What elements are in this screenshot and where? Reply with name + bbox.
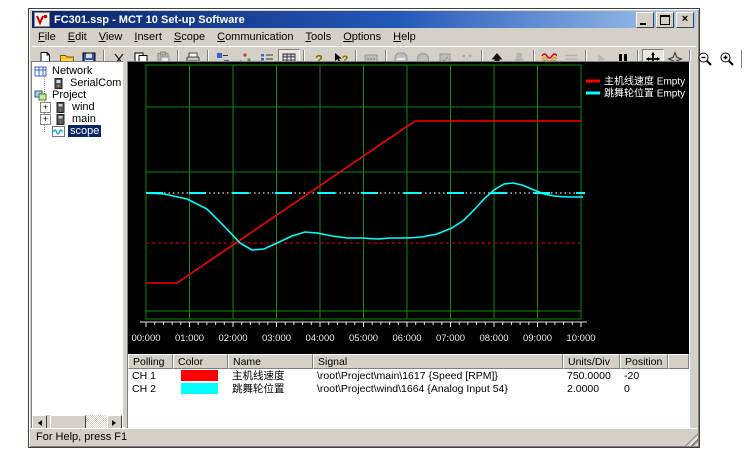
table-row[interactable]: CH 1主机线速度\root\Project\main\1617 {Speed …	[128, 369, 689, 382]
cell-polling: CH 2	[128, 383, 173, 395]
scope-icon	[52, 126, 65, 137]
tree-label[interactable]: wind	[70, 101, 97, 113]
channel-table-body: CH 1主机线速度\root\Project\main\1617 {Speed …	[128, 369, 689, 395]
table-row[interactable]: CH 2 跳舞轮位置\root\Project\wind\1664 {Analog…	[128, 382, 689, 395]
tree-label[interactable]: main	[70, 113, 98, 125]
tree-label[interactable]: SerialCom	[68, 77, 123, 89]
cell-position: -20	[620, 370, 668, 382]
app-window: FC301.ssp - MCT 10 Set-up Software × Fil…	[28, 8, 700, 448]
x-axis-label: 06:000	[392, 333, 421, 344]
client-area: NetworkSerialComProject+wind+mainscope 0…	[31, 61, 695, 427]
scope-pane: 00:000 01:000 02:000 03:000 04:000 05:000 06:0…	[127, 61, 690, 429]
scroll-left-icon	[35, 420, 42, 426]
column-header-signal[interactable]: Signal	[313, 354, 563, 369]
drive-icon	[54, 102, 67, 113]
menu-view[interactable]: View	[93, 30, 129, 44]
maximize-icon	[660, 15, 670, 25]
project-tree-panel: NetworkSerialComProject+wind+mainscope	[31, 61, 125, 429]
toolbar-separator	[741, 50, 743, 68]
close-button[interactable]: ×	[676, 12, 694, 28]
column-header-units-div[interactable]: Units/Div	[563, 354, 620, 369]
scope-chart-panel[interactable]: 00:000 01:000 02:000 03:000 04:000 05:000 06:0…	[128, 62, 689, 354]
x-axis-label: 00:000	[131, 333, 160, 344]
channel-color-swatch	[173, 370, 228, 381]
expand-icon[interactable]: +	[40, 102, 51, 113]
x-axis-label: 10:000	[566, 333, 595, 344]
serial-icon	[52, 78, 65, 89]
status-text: For Help, press F1	[36, 431, 127, 443]
minimize-icon	[640, 23, 646, 25]
x-axis-label: 05:000	[349, 333, 378, 344]
tree-label[interactable]: Network	[50, 65, 94, 77]
column-header-name[interactable]: Name	[228, 354, 313, 369]
project-icon	[34, 90, 47, 101]
x-axis-label: 07:000	[436, 333, 465, 344]
menu-communication[interactable]: Communication	[211, 30, 299, 44]
channel-table: PollingColorNameSignalUnits/DivPosition …	[128, 354, 689, 428]
legend-label: 主机线速度 Empty	[604, 75, 685, 88]
channel-color-swatch	[173, 383, 228, 394]
column-header-polling[interactable]: Polling	[128, 354, 173, 369]
x-axis-label: 04:000	[305, 333, 334, 344]
tree-horizontal-scrollbar[interactable]	[32, 415, 122, 428]
channel-table-header[interactable]: PollingColorNameSignalUnits/DivPosition	[128, 354, 689, 369]
menu-help[interactable]: Help	[387, 30, 422, 44]
tree-item-scope[interactable]: scope	[32, 125, 124, 137]
scroll-right-icon	[112, 420, 119, 426]
network-icon	[34, 66, 47, 77]
menu-tools[interactable]: Tools	[300, 30, 338, 44]
cell-units-div: 2.0000	[563, 383, 620, 395]
tree-label[interactable]: Project	[50, 89, 88, 101]
tree-item-wind[interactable]: + wind	[32, 101, 124, 113]
menu-bar: FileEditViewInsertScopeCommunicationTool…	[32, 29, 696, 45]
scroll-right-button[interactable]	[107, 415, 122, 429]
scroll-left-button[interactable]	[32, 415, 47, 429]
scope-chart: 00:000 01:000 02:000 03:000 04:000 05:000 06:0…	[128, 62, 689, 354]
cell-polling: CH 1	[128, 370, 173, 382]
menu-scope[interactable]: Scope	[168, 30, 211, 44]
tree-item-network[interactable]: Network	[32, 65, 124, 77]
close-icon: ×	[677, 13, 693, 27]
cell-signal: \root\Project\wind\1664 {Analog Input 54…	[313, 383, 563, 395]
zoom-in-icon	[719, 51, 735, 67]
x-axis-label: 09:000	[523, 333, 552, 344]
status-bar: For Help, press F1	[31, 428, 697, 445]
legend-label: 跳舞轮位置 Empty	[604, 87, 685, 100]
title-bar[interactable]: FC301.ssp - MCT 10 Set-up Software ×	[32, 11, 696, 28]
cell-position: 0	[620, 383, 668, 395]
menu-options[interactable]: Options	[337, 30, 387, 44]
menu-insert[interactable]: Insert	[128, 30, 168, 44]
maximize-button[interactable]	[656, 12, 674, 28]
cell-name: 跳舞轮位置	[228, 381, 313, 396]
tree-item-serialcom[interactable]: SerialCom	[32, 77, 124, 89]
expand-icon[interactable]: +	[40, 114, 51, 125]
cell-units-div: 750.0000	[563, 370, 620, 382]
zoom-out-icon	[697, 51, 713, 67]
cell-signal: \root\Project\main\1617 {Speed [RPM]}	[313, 370, 563, 382]
zoom-out-button[interactable]	[694, 49, 716, 69]
minimize-button[interactable]	[636, 12, 654, 28]
x-axis-label: 08:000	[479, 333, 508, 344]
tree-item-project[interactable]: Project	[32, 89, 124, 101]
drive-icon	[54, 114, 67, 125]
tree-label[interactable]: scope	[68, 125, 101, 137]
column-header-color[interactable]: Color	[173, 354, 228, 369]
x-axis-label: 01:000	[175, 333, 204, 344]
column-header-position[interactable]: Position	[620, 354, 668, 369]
pointer-button[interactable]	[746, 49, 751, 69]
column-header-spacer[interactable]	[668, 354, 689, 369]
menu-file[interactable]: File	[32, 30, 62, 44]
x-axis-label: 02:000	[218, 333, 247, 344]
window-title: FC301.ssp - MCT 10 Set-up Software	[54, 14, 634, 26]
project-tree: NetworkSerialComProject+wind+mainscope	[32, 65, 124, 137]
tree-item-main[interactable]: + main	[32, 113, 124, 125]
menu-edit[interactable]: Edit	[62, 30, 93, 44]
x-axis-label: 03:000	[262, 333, 291, 344]
zoom-in-button[interactable]	[716, 49, 738, 69]
app-icon	[34, 12, 50, 27]
scrollbar-track[interactable]	[86, 415, 107, 428]
scrollbar-thumb[interactable]	[50, 415, 86, 429]
